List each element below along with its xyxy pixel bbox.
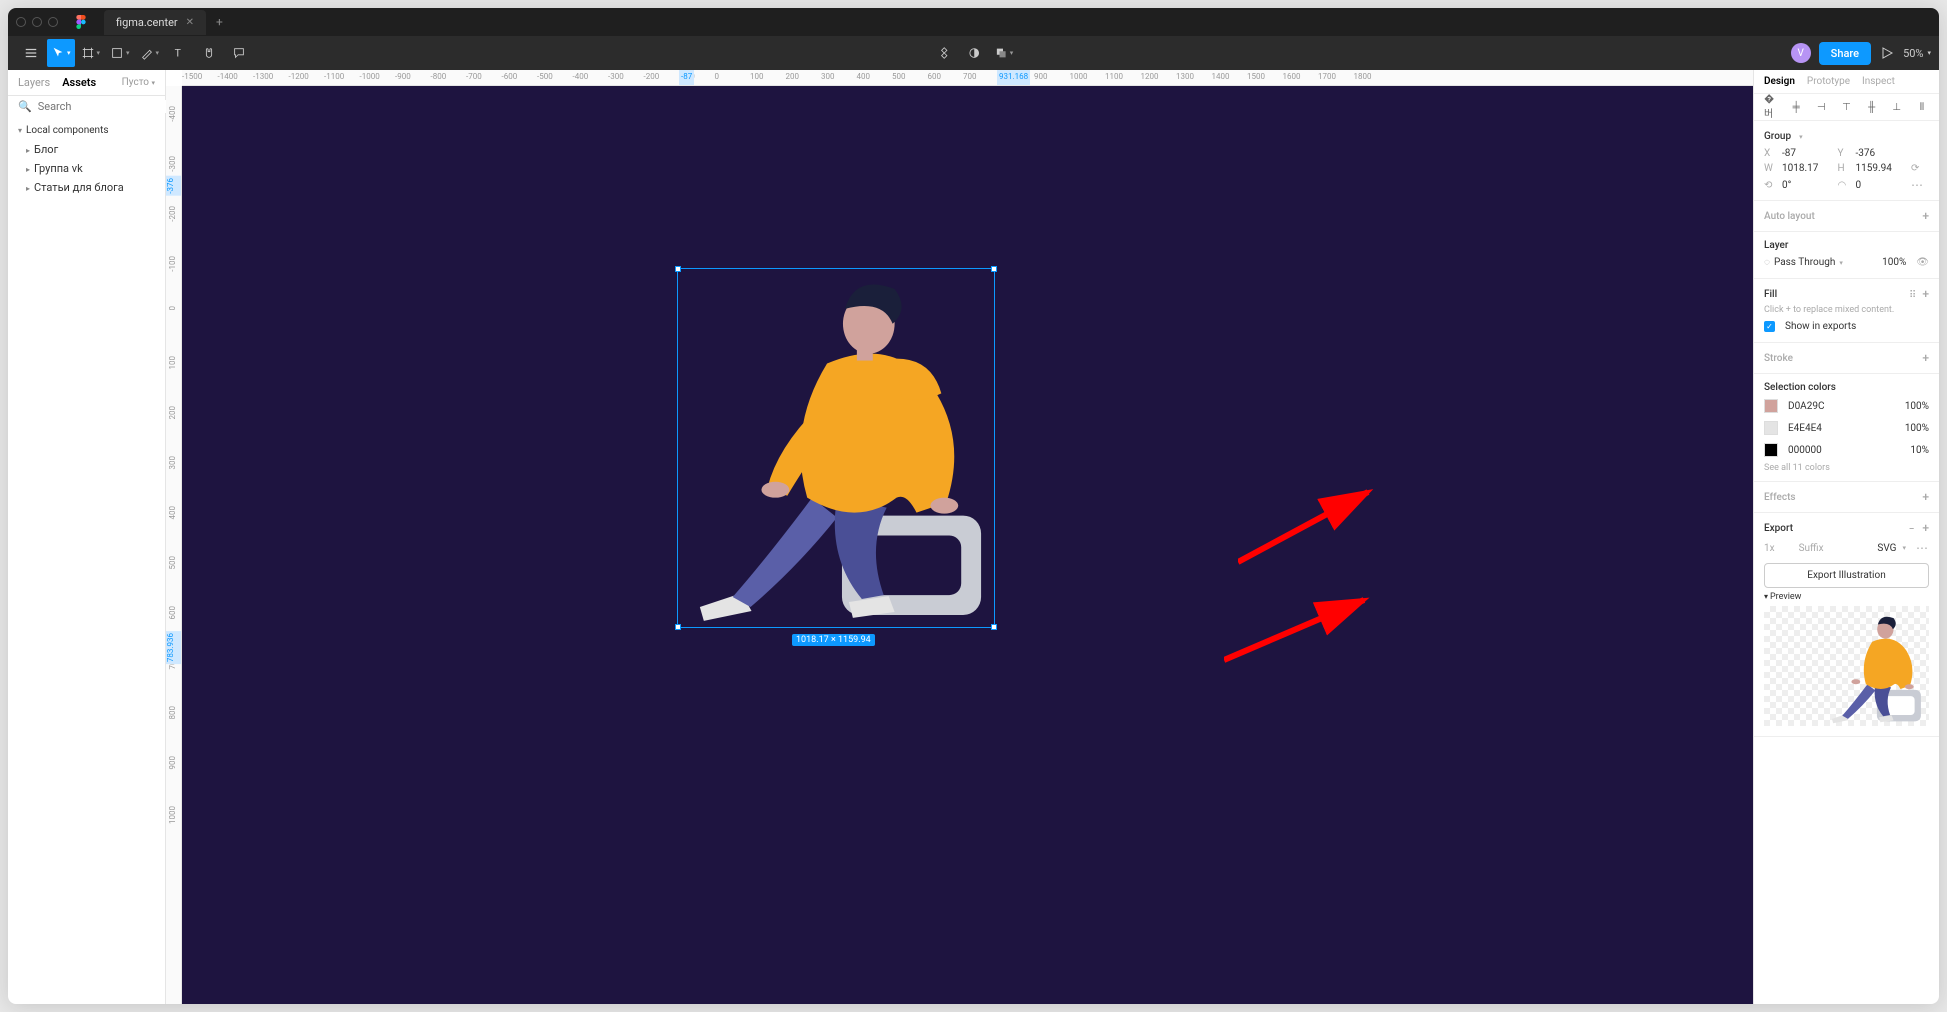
preview-toggle[interactable]: Preview <box>1764 592 1929 602</box>
left-panel: Layers Assets Пусто ▾ 🔍 ☰ ▭ Local compon… <box>8 70 166 1004</box>
h-input[interactable]: 1159.94 <box>1856 163 1910 174</box>
align-hcenter-icon[interactable]: ╪ <box>1789 100 1803 114</box>
comment-tool[interactable] <box>225 39 253 67</box>
selection-box[interactable] <box>677 268 995 628</box>
corner-input[interactable]: 0 <box>1856 180 1910 191</box>
frame-type[interactable]: Group <box>1764 131 1791 142</box>
fill-header: Fill <box>1764 289 1777 300</box>
align-bottom-icon[interactable]: ⊥ <box>1890 100 1904 114</box>
tab-inspect[interactable]: Inspect <box>1862 76 1895 87</box>
ruler-vertical: -400-300-200-100010020030040050060070080… <box>166 86 182 1004</box>
boolean-icon[interactable]: ▾ <box>990 39 1018 67</box>
export-preview <box>1764 606 1929 726</box>
svg-text:T: T <box>175 47 182 60</box>
hand-tool[interactable] <box>195 39 223 67</box>
export-scale[interactable]: 1x <box>1764 543 1775 554</box>
add-export-icon[interactable]: + <box>1922 521 1929 535</box>
visibility-icon[interactable]: 👁 <box>1916 257 1929 268</box>
export-header: Export <box>1764 523 1793 534</box>
search-icon: 🔍 <box>18 100 32 113</box>
tab-prototype[interactable]: Prototype <box>1807 76 1850 87</box>
pen-tool[interactable]: ▾ <box>136 39 164 67</box>
stroke-header: Stroke <box>1764 353 1793 364</box>
selection-colors-header: Selection colors <box>1764 382 1836 393</box>
zoom-select[interactable]: 50%▾ <box>1903 47 1931 60</box>
canvas-area[interactable]: -1500-1400-1300-1200-1100-1000-900-800-7… <box>166 70 1753 1004</box>
show-exports-checkbox[interactable]: ✓ <box>1764 321 1775 332</box>
list-item[interactable]: Статьи для блога <box>18 178 155 197</box>
effects-header: Effects <box>1764 492 1796 503</box>
dimension-label: 1018.17 × 1159.94 <box>792 634 875 646</box>
shape-tool[interactable]: ▾ <box>106 39 134 67</box>
list-item[interactable]: Блог <box>18 140 155 159</box>
rotation-input[interactable]: 0° <box>1782 180 1836 191</box>
text-tool[interactable]: T <box>165 39 193 67</box>
align-right-icon[interactable]: ⊣ <box>1814 100 1828 114</box>
fill-style-icon[interactable]: ⠿ <box>1909 290 1916 301</box>
ruler-horizontal: -1500-1400-1300-1200-1100-1000-900-800-7… <box>182 70 1753 86</box>
color-row[interactable]: D0A29C100% <box>1754 395 1939 417</box>
y-input[interactable]: -376 <box>1856 148 1910 159</box>
toolbar: ▾ ▾ ▾ ▾ T ▾ V Share 50%▾ <box>8 36 1939 70</box>
x-input[interactable]: -87 <box>1782 148 1836 159</box>
align-top-icon[interactable]: ⊤ <box>1839 100 1853 114</box>
component-icon[interactable] <box>930 39 958 67</box>
share-button[interactable]: Share <box>1819 42 1871 65</box>
tab-layers[interactable]: Layers <box>18 76 50 89</box>
opacity-input[interactable]: 100% <box>1882 257 1906 268</box>
search-input[interactable] <box>38 100 178 113</box>
illustration <box>678 269 994 627</box>
export-suffix[interactable]: Suffix <box>1799 543 1824 554</box>
tab-assets[interactable]: Assets <box>62 76 96 89</box>
canvas[interactable]: 1018.17 × 1159.94 <box>182 86 1753 1004</box>
frame-tool[interactable]: ▾ <box>77 39 105 67</box>
layer-header: Layer <box>1764 240 1788 251</box>
tab-design[interactable]: Design <box>1764 76 1795 87</box>
align-vcenter-icon[interactable]: ╫ <box>1865 100 1879 114</box>
new-tab-icon[interactable]: + <box>216 15 223 29</box>
close-icon[interactable]: ✕ <box>186 17 194 28</box>
file-tab[interactable]: figma.center ✕ <box>104 10 206 35</box>
export-button[interactable]: Export Illustration <box>1764 563 1929 588</box>
menu-icon[interactable] <box>17 39 45 67</box>
fill-hint: Click + to replace mixed content. <box>1754 303 1939 317</box>
window-controls[interactable] <box>16 17 58 27</box>
export-more-icon[interactable]: ⋯ <box>1916 541 1929 555</box>
list-item[interactable]: Группа vk <box>18 159 155 178</box>
color-row[interactable]: E4E4E4100% <box>1754 417 1939 439</box>
blend-mode[interactable]: Pass Through <box>1774 257 1835 268</box>
w-input[interactable]: 1018.17 <box>1782 163 1836 174</box>
add-fill-icon[interactable]: + <box>1922 287 1929 301</box>
local-components-header[interactable]: Local components <box>18 121 155 140</box>
add-effect-icon[interactable]: + <box>1922 490 1929 504</box>
blend-icon: ◌ <box>1764 257 1770 268</box>
distribute-icon[interactable]: ⦀ <box>1915 100 1929 114</box>
present-icon[interactable] <box>1879 45 1895 61</box>
move-tool[interactable]: ▾ <box>47 39 75 67</box>
see-all-colors[interactable]: See all 11 colors <box>1754 461 1939 475</box>
add-autolayout-icon[interactable]: + <box>1922 209 1929 223</box>
auto-layout-header: Auto layout <box>1764 211 1815 222</box>
tab-title: figma.center <box>116 16 178 29</box>
mask-icon[interactable] <box>960 39 988 67</box>
page-select[interactable]: Пусто ▾ <box>122 77 155 88</box>
constrain-icon[interactable]: ⟳ <box>1911 163 1929 174</box>
right-panel: Design Prototype Inspect �버 ╪ ⊣ ⊤ ╫ ⊥ ⦀ … <box>1753 70 1939 1004</box>
titlebar: figma.center ✕ + <box>8 8 1939 36</box>
export-format[interactable]: SVG <box>1877 543 1896 554</box>
color-row[interactable]: 00000010% <box>1754 439 1939 461</box>
add-stroke-icon[interactable]: + <box>1922 351 1929 365</box>
remove-export-icon[interactable]: − <box>1909 524 1915 535</box>
align-left-icon[interactable]: �버 <box>1764 100 1778 114</box>
more-icon[interactable]: ⋯ <box>1911 178 1929 192</box>
avatar[interactable]: V <box>1791 43 1811 63</box>
figma-logo-icon <box>74 15 88 29</box>
